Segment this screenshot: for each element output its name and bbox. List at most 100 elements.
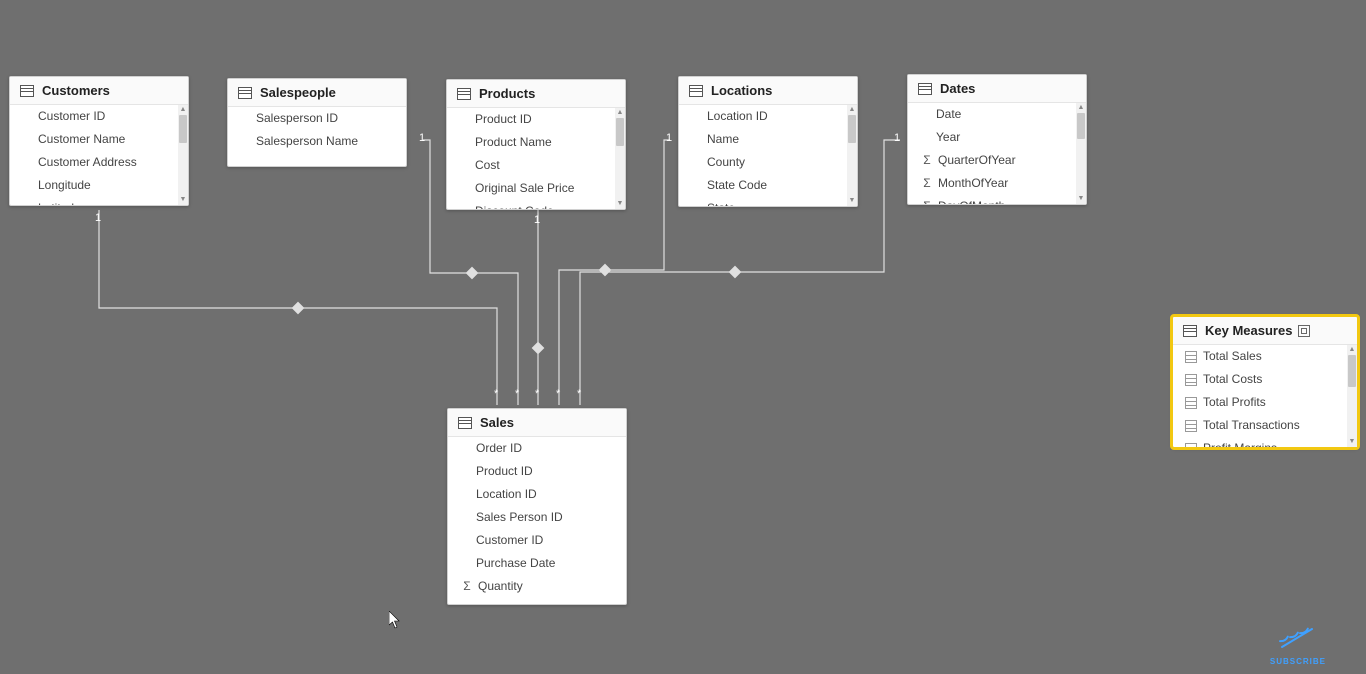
field-row[interactable]: Sales Person ID <box>448 506 626 529</box>
table-header-key-measures[interactable]: Key Measures <box>1173 317 1357 345</box>
field-list: Product ID Product Name Cost Original Sa… <box>447 108 625 209</box>
cardinality-many-3: * <box>535 388 539 400</box>
scroll-up-icon[interactable]: ▲ <box>847 105 857 115</box>
field-row[interactable]: Location ID <box>448 483 626 506</box>
field-row[interactable]: Customer ID <box>448 529 626 552</box>
table-locations[interactable]: Locations Location ID Name County State … <box>678 76 858 207</box>
scroll-down-icon[interactable]: ▼ <box>1347 437 1357 447</box>
field-row[interactable]: Name <box>679 128 857 151</box>
calculator-icon <box>1185 374 1197 386</box>
scrollbar-thumb[interactable] <box>848 115 856 143</box>
cardinality-many-5: * <box>577 388 581 400</box>
cardinality-many-1: * <box>494 388 498 400</box>
field-row[interactable]: Product ID <box>448 460 626 483</box>
cardinality-one-salespeople: 1 <box>419 132 425 144</box>
table-header-salespeople[interactable]: Salespeople <box>228 79 406 107</box>
table-title: Sales <box>480 415 514 430</box>
field-row[interactable]: Salesperson ID <box>228 107 406 130</box>
field-row[interactable]: ΣQuarterOfYear <box>908 149 1086 172</box>
field-label: State Code <box>707 176 767 195</box>
field-label: Customer ID <box>38 107 105 126</box>
field-label: Year <box>936 128 960 147</box>
field-row[interactable]: Product Name <box>447 131 625 154</box>
scroll-up-icon[interactable]: ▲ <box>178 105 188 115</box>
table-header-sales[interactable]: Sales <box>448 409 626 437</box>
table-icon <box>20 85 34 97</box>
field-row[interactable]: Customer ID <box>10 105 188 128</box>
field-row[interactable]: Location ID <box>679 105 857 128</box>
calculator-icon <box>1185 443 1197 448</box>
scrollbar[interactable]: ▲ ▼ <box>1076 103 1086 204</box>
scroll-down-icon[interactable]: ▼ <box>178 195 188 205</box>
table-header-dates[interactable]: Dates <box>908 75 1086 103</box>
sigma-icon: Σ <box>920 151 934 170</box>
field-label: Original Sale Price <box>475 179 574 198</box>
field-row[interactable]: Year <box>908 126 1086 149</box>
calculator-icon <box>1185 420 1197 432</box>
cardinality-one-products: 1 <box>534 214 540 226</box>
calculator-icon <box>1185 397 1197 409</box>
field-row[interactable]: Discount Code <box>447 200 625 209</box>
field-label: Product ID <box>475 110 532 129</box>
scrollbar[interactable]: ▲ ▼ <box>615 108 625 209</box>
field-label: Profit Margins <box>1203 439 1277 447</box>
field-row[interactable]: Total Sales <box>1173 345 1357 368</box>
scrollbar[interactable]: ▲ ▼ <box>847 105 857 206</box>
field-row[interactable]: Customer Address <box>10 151 188 174</box>
field-row[interactable]: Order ID <box>448 437 626 460</box>
table-sales[interactable]: Sales Order ID Product ID Location ID Sa… <box>447 408 627 605</box>
field-row[interactable]: Date <box>908 103 1086 126</box>
field-label: Cost <box>475 156 500 175</box>
field-row[interactable]: Salesperson Name <box>228 130 406 153</box>
field-label: Product Name <box>475 133 552 152</box>
field-row[interactable]: State Code <box>679 174 857 197</box>
field-row[interactable]: Product ID <box>447 108 625 131</box>
scrollbar-thumb[interactable] <box>1077 113 1085 139</box>
scrollbar-thumb[interactable] <box>1348 355 1356 387</box>
field-row[interactable]: Cost <box>447 154 625 177</box>
scroll-up-icon[interactable]: ▲ <box>1347 345 1357 355</box>
field-row[interactable]: Customer Name <box>10 128 188 151</box>
table-header-locations[interactable]: Locations <box>679 77 857 105</box>
field-row[interactable]: Profit Margins <box>1173 437 1357 447</box>
field-list: Customer ID Customer Name Customer Addre… <box>10 105 188 205</box>
field-row[interactable]: Total Transactions <box>1173 414 1357 437</box>
scroll-up-icon[interactable]: ▲ <box>615 108 625 118</box>
scrollbar[interactable]: ▲ ▼ <box>1347 345 1357 447</box>
table-products[interactable]: Products Product ID Product Name Cost Or… <box>446 79 626 210</box>
field-row[interactable]: County <box>679 151 857 174</box>
field-label: Name <box>707 130 739 149</box>
field-label: Customer ID <box>476 531 543 550</box>
field-row[interactable]: Purchase Date <box>448 552 626 575</box>
table-salespeople[interactable]: Salespeople Salesperson ID Salesperson N… <box>227 78 407 167</box>
sigma-icon: Σ <box>920 197 934 204</box>
field-row[interactable]: State <box>679 197 857 206</box>
scroll-down-icon[interactable]: ▼ <box>1076 194 1086 204</box>
table-header-customers[interactable]: Customers <box>10 77 188 105</box>
table-icon <box>1183 325 1197 337</box>
scrollbar-thumb[interactable] <box>616 118 624 146</box>
scrollbar-thumb[interactable] <box>179 115 187 143</box>
table-icon <box>689 85 703 97</box>
scrollbar[interactable]: ▲ ▼ <box>178 105 188 205</box>
scroll-up-icon[interactable]: ▲ <box>1076 103 1086 113</box>
field-row[interactable]: Original Sale Price <box>447 177 625 200</box>
table-title: Key Measures <box>1205 323 1292 338</box>
cardinality-one-dates: 1 <box>894 132 900 144</box>
field-row[interactable]: ΣQuantity <box>448 575 626 598</box>
field-row[interactable]: Latitude <box>10 197 188 205</box>
field-row[interactable]: Total Profits <box>1173 391 1357 414</box>
table-key-measures[interactable]: Key Measures Total Sales Total Costs Tot… <box>1172 316 1358 448</box>
field-row[interactable]: Longitude <box>10 174 188 197</box>
field-row[interactable]: ΣMonthOfYear <box>908 172 1086 195</box>
field-row[interactable]: ΣDayOfMonth <box>908 195 1086 204</box>
scroll-down-icon[interactable]: ▼ <box>847 196 857 206</box>
scroll-down-icon[interactable]: ▼ <box>615 199 625 209</box>
table-header-products[interactable]: Products <box>447 80 625 108</box>
table-dates[interactable]: Dates Date Year ΣQuarterOfYear ΣMonthOfY… <box>907 74 1087 205</box>
calculator-icon <box>1185 351 1197 363</box>
table-customers[interactable]: Customers Customer ID Customer Name Cust… <box>9 76 189 206</box>
field-row[interactable]: Total Costs <box>1173 368 1357 391</box>
field-label: Total Profits <box>1203 393 1266 412</box>
field-list: Location ID Name County State Code State… <box>679 105 857 206</box>
